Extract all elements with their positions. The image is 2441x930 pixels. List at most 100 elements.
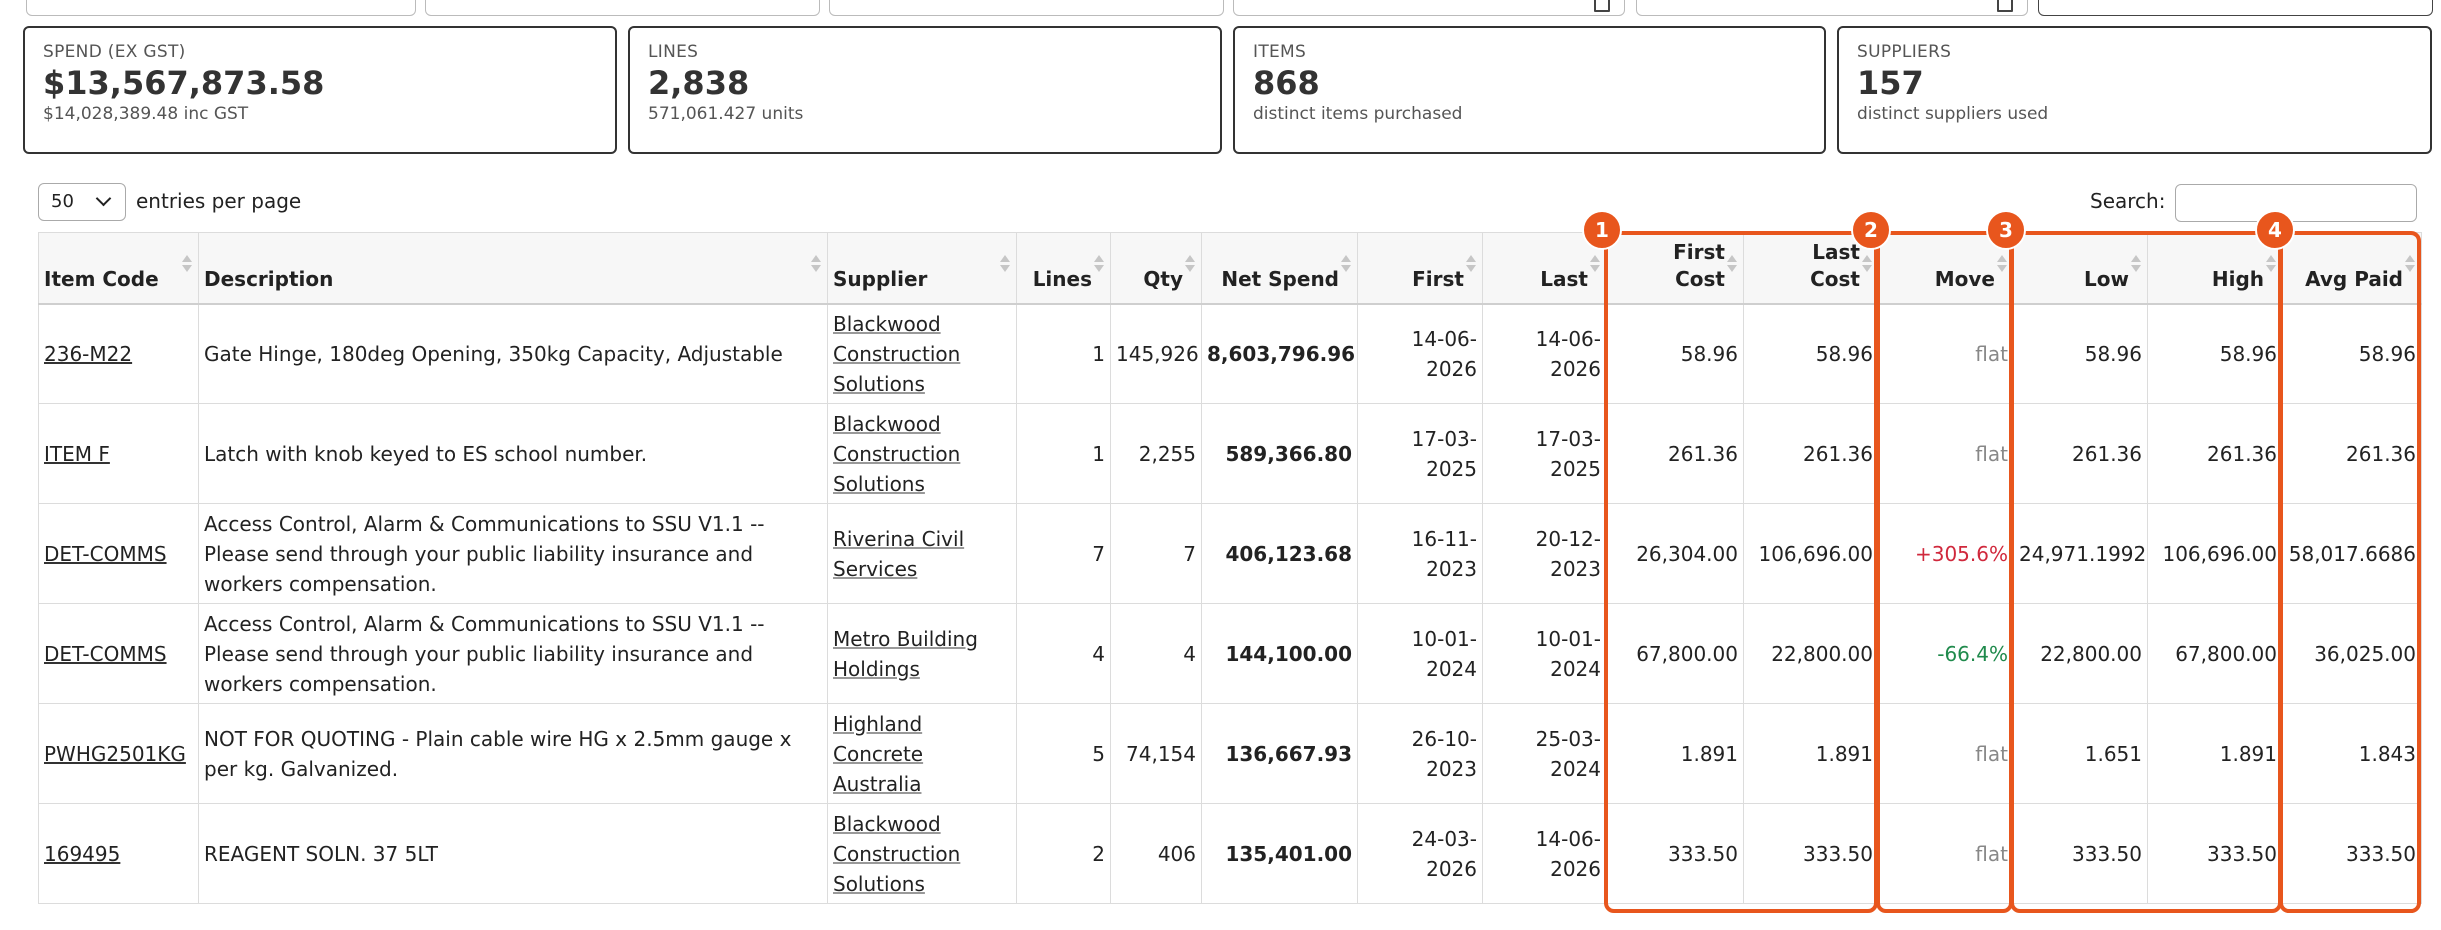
cell-first-cost: 261.36 <box>1606 403 1744 504</box>
cell-avg-paid: 1.843 <box>2282 703 2422 804</box>
col-header-qty[interactable]: Qty <box>1110 232 1202 305</box>
cell-lines: 1 <box>1016 303 1111 404</box>
supplier-link[interactable]: Highland Concrete Australia <box>833 712 923 796</box>
cell-move: -66.4% <box>1878 603 2014 704</box>
date-from-input[interactable] <box>1233 0 1625 16</box>
cell-description: Access Control, Alarm & Communications t… <box>198 503 828 604</box>
item-code-link[interactable]: PWHG2501KG <box>44 742 186 766</box>
filter-input-3[interactable] <box>829 0 1224 16</box>
price-move-value: flat <box>1975 741 2008 766</box>
cell-move: flat <box>1878 803 2014 904</box>
cell-net-spend: 136,667.93 <box>1201 703 1358 804</box>
cell-lines: 4 <box>1016 603 1111 704</box>
cell-description: Access Control, Alarm & Communications t… <box>198 603 828 704</box>
cell-supplier: Blackwood Construction Solutions <box>827 803 1017 904</box>
cell-low: 24,971.1992 <box>2013 503 2148 604</box>
col-header-item-code[interactable]: Item Code <box>38 232 199 305</box>
page-length-label: entries per page <box>136 189 302 213</box>
sort-icon <box>1000 255 1010 275</box>
kpi-label: ITEMS <box>1253 42 1307 62</box>
table-row: ITEM F Latch with knob keyed to ES school… <box>38 403 2422 504</box>
cell-first-date: 16-11-2023 <box>1357 503 1483 604</box>
cell-move: +305.6% <box>1878 503 2014 604</box>
date-to-input[interactable] <box>1636 0 2028 16</box>
item-code-link[interactable]: ITEM F <box>44 442 110 466</box>
supplier-link[interactable]: Riverina Civil Services <box>833 527 964 581</box>
page-length-select[interactable]: 50 <box>38 183 126 221</box>
chevron-down-icon <box>95 190 112 207</box>
item-code-link[interactable]: DET-COMMS <box>44 642 167 666</box>
price-move-value: flat <box>1975 841 2008 866</box>
cell-low: 58.96 <box>2013 303 2148 404</box>
kpi-card-lines: LINES 2,838 571,061.427 units <box>628 26 1222 154</box>
cell-low: 22,800.00 <box>2013 603 2148 704</box>
kpi-subtext: distinct suppliers used <box>1857 104 2049 124</box>
cell-supplier: Blackwood Construction Solutions <box>827 303 1017 404</box>
cell-qty: 406 <box>1110 803 1202 904</box>
cell-low: 261.36 <box>2013 403 2148 504</box>
cell-item-code: 236-M22 <box>38 303 199 404</box>
page-length-value: 50 <box>51 191 74 212</box>
cell-qty: 7 <box>1110 503 1202 604</box>
col-header-description[interactable]: Description <box>198 232 828 305</box>
cell-supplier: Blackwood Construction Solutions <box>827 403 1017 504</box>
item-code-link[interactable]: 169495 <box>44 842 120 866</box>
cell-last-cost: 22,800.00 <box>1743 603 1879 704</box>
sort-icon <box>182 255 192 275</box>
cell-item-code: ITEM F <box>38 403 199 504</box>
col-header-avg-paid[interactable]: Avg Paid <box>2282 232 2422 305</box>
cell-qty: 145,926 <box>1110 303 1202 404</box>
sort-icon <box>2131 255 2141 275</box>
supplier-link[interactable]: Blackwood Construction Solutions <box>833 412 960 496</box>
filter-input-2[interactable] <box>425 0 820 16</box>
cell-first-date: 26-10-2023 <box>1357 703 1483 804</box>
cell-last-cost: 333.50 <box>1743 803 1879 904</box>
col-header-lines[interactable]: Lines <box>1016 232 1111 305</box>
filter-input-1[interactable] <box>26 0 416 16</box>
calendar-icon[interactable] <box>1997 0 2013 12</box>
cell-item-code: DET-COMMS <box>38 503 199 604</box>
cell-avg-paid: 58,017.6686 <box>2282 503 2422 604</box>
cell-net-spend: 406,123.68 <box>1201 503 1358 604</box>
col-header-first[interactable]: First <box>1357 232 1483 305</box>
highlight-badge-4: 4 <box>2255 210 2295 250</box>
table-header-row: Item Code Description Supplier Lines Qty… <box>38 232 2422 305</box>
kpi-subtext: 571,061.427 units <box>648 104 804 124</box>
col-header-low[interactable]: Low <box>2013 232 2148 305</box>
kpi-card-items: ITEMS 868 distinct items purchased <box>1233 26 1826 154</box>
supplier-link[interactable]: Metro Building Holdings <box>833 627 978 681</box>
search-input[interactable] <box>2175 184 2417 222</box>
item-code-link[interactable]: DET-COMMS <box>44 542 167 566</box>
cell-net-spend: 589,366.80 <box>1201 403 1358 504</box>
cell-description: Gate Hinge, 180deg Opening, 350kg Capaci… <box>198 303 828 404</box>
cell-net-spend: 144,100.00 <box>1201 603 1358 704</box>
kpi-card-spend: SPEND (EX GST) $13,567,873.58 $14,028,38… <box>23 26 617 154</box>
col-header-net-spend[interactable]: Net Spend <box>1201 232 1358 305</box>
cell-last-date: 10-01-2024 <box>1482 603 1607 704</box>
calendar-icon[interactable] <box>1594 0 1610 12</box>
supplier-link[interactable]: Blackwood Construction Solutions <box>833 812 960 896</box>
cell-avg-paid: 36,025.00 <box>2282 603 2422 704</box>
cell-avg-paid: 333.50 <box>2282 803 2422 904</box>
col-header-first-cost[interactable]: First Cost <box>1606 232 1744 305</box>
table-row: DET-COMMS Access Control, Alarm & Communi… <box>38 603 2422 704</box>
cell-high: 58.96 <box>2147 303 2283 404</box>
sort-icon <box>2405 255 2415 275</box>
kpi-label: SPEND (EX GST) <box>43 42 186 62</box>
cell-first-date: 10-01-2024 <box>1357 603 1483 704</box>
highlight-badge-1: 1 <box>1582 210 1622 250</box>
col-header-supplier[interactable]: Supplier <box>827 232 1017 305</box>
sort-icon <box>1185 255 1195 275</box>
cell-last-date: 14-06-2026 <box>1482 803 1607 904</box>
sort-icon <box>1862 255 1872 275</box>
sort-icon <box>1590 255 1600 275</box>
cell-last-date: 17-03-2025 <box>1482 403 1607 504</box>
supplier-link[interactable]: Blackwood Construction Solutions <box>833 312 960 396</box>
cell-lines: 1 <box>1016 403 1111 504</box>
filter-button[interactable] <box>2038 0 2433 16</box>
item-code-link[interactable]: 236-M22 <box>44 342 132 366</box>
table-row: 236-M22 Gate Hinge, 180deg Opening, 350kg… <box>38 303 2422 404</box>
cell-avg-paid: 261.36 <box>2282 403 2422 504</box>
kpi-card-suppliers: SUPPLIERS 157 distinct suppliers used <box>1837 26 2432 154</box>
cell-last-date: 20-12-2023 <box>1482 503 1607 604</box>
